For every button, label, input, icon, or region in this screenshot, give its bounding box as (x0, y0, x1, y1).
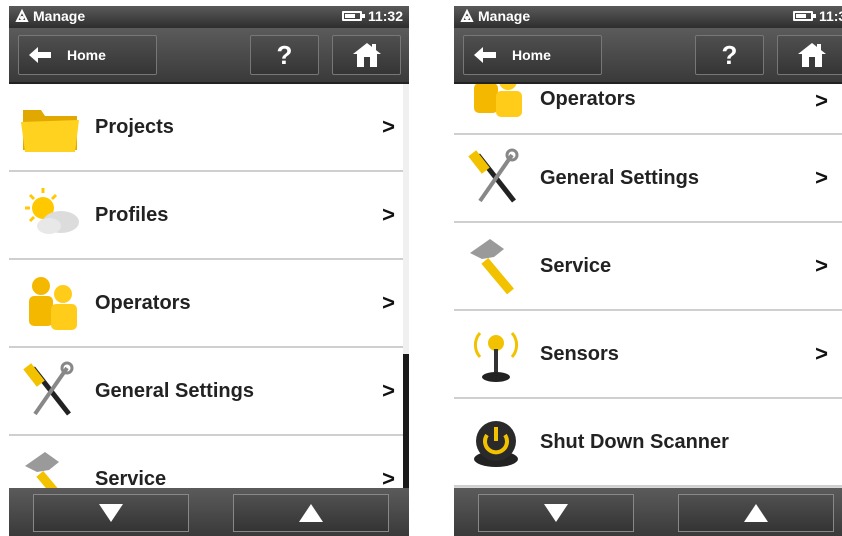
house-button[interactable] (777, 35, 842, 75)
scroll-down-button[interactable] (478, 494, 634, 532)
battery-icon (792, 11, 816, 21)
menu-item-general-settings[interactable]: General Settings > (454, 135, 842, 223)
help-button[interactable]: ? (250, 35, 319, 75)
battery-icon (341, 11, 365, 21)
chevron-right-icon: > (815, 253, 828, 278)
weather-icon (25, 188, 79, 234)
app-title-text: Manage (33, 8, 86, 24)
chevron-right-icon: > (815, 341, 828, 366)
menu-item-sensors[interactable]: Sensors > (454, 311, 842, 399)
app-logo-icon (15, 9, 29, 22)
status-bar: Manage 11:34 (454, 6, 842, 28)
house-icon (352, 43, 381, 67)
back-arrow-icon (29, 47, 51, 63)
menu-item-service[interactable]: Service > (454, 223, 842, 311)
clock: 11:34 (818, 8, 842, 24)
menu-item-service[interactable]: Service > (9, 436, 409, 488)
power-icon (474, 421, 518, 467)
arrow-up-icon (744, 504, 768, 522)
menu-item-shut-down-scanner[interactable]: Shut Down Scanner (454, 399, 842, 487)
back-arrow-icon (474, 47, 496, 63)
status-bar: Manage 11:32 (9, 6, 409, 28)
menu-list: Operators > General Settings > Service >… (454, 84, 842, 488)
scroll-down-button[interactable] (33, 494, 189, 532)
help-button[interactable]: ? (695, 35, 764, 75)
home-button-label: Home (512, 47, 551, 63)
chevron-right-icon: > (815, 88, 828, 113)
arrow-down-icon (544, 504, 568, 522)
clock: 11:32 (367, 8, 403, 24)
sensor-icon (473, 332, 519, 382)
home-button-label: Home (67, 47, 106, 63)
help-icon: ? (721, 39, 738, 70)
home-button[interactable]: Home (18, 35, 157, 75)
tools-icon (468, 148, 519, 203)
chevron-right-icon: > (382, 114, 395, 139)
hammer-icon (25, 452, 69, 488)
house-button[interactable] (332, 35, 401, 75)
menu-item-label: Operators (95, 291, 191, 314)
chevron-right-icon: > (382, 290, 395, 315)
scroll-up-button[interactable] (233, 494, 389, 532)
hammer-icon (470, 239, 514, 295)
arrow-up-icon (299, 504, 323, 522)
menu-item-projects[interactable]: Projects > (9, 84, 409, 172)
menu-item-operators[interactable]: Operators > (454, 84, 842, 135)
menu-item-label: Shut Down Scanner (540, 430, 729, 453)
scrollbar-track[interactable] (403, 84, 409, 354)
home-button[interactable]: Home (463, 35, 602, 75)
menu-item-label: General Settings (95, 379, 254, 402)
chevron-right-icon: > (382, 466, 395, 488)
app-logo-icon (460, 9, 474, 22)
scroll-up-button[interactable] (678, 494, 834, 532)
bottom-bar (9, 488, 409, 536)
menu-item-label: General Settings (540, 166, 699, 189)
tools-icon (23, 361, 74, 416)
menu-item-profiles[interactable]: Profiles > (9, 172, 409, 260)
menu-item-operators[interactable]: Operators > (9, 260, 409, 348)
app-title: Manage (15, 8, 85, 24)
users-icon (29, 277, 77, 330)
help-icon: ? (276, 39, 293, 70)
manage-screen-2: Manage 11:34 Home ? Operators > Gene (454, 6, 842, 536)
bottom-bar (454, 488, 842, 536)
chevron-right-icon: > (382, 378, 395, 403)
menu-item-label: Service (540, 254, 612, 277)
menu-item-label: Projects (95, 115, 174, 138)
app-title-text: Manage (478, 8, 531, 24)
menu-list: Projects > Profiles > Operators > Genera… (9, 84, 409, 488)
menu-item-label: Operators (540, 88, 636, 110)
menu-item-label: Service (95, 467, 167, 489)
chevron-right-icon: > (382, 202, 395, 227)
manage-screen-1: Manage 11:32 Home ? Projects > Profiles … (9, 6, 409, 536)
scrollbar-thumb[interactable] (403, 354, 409, 488)
house-icon (797, 43, 826, 67)
menu-item-general-settings[interactable]: General Settings > (9, 348, 409, 436)
menu-item-label: Sensors (540, 342, 619, 365)
toolbar: Home ? (454, 28, 842, 84)
chevron-right-icon: > (815, 165, 828, 190)
app-title: Manage (460, 8, 530, 24)
users-icon (474, 84, 522, 117)
folder-icon (21, 110, 79, 152)
toolbar: Home ? (9, 28, 409, 84)
arrow-down-icon (99, 504, 123, 522)
menu-item-label: Profiles (95, 203, 169, 226)
